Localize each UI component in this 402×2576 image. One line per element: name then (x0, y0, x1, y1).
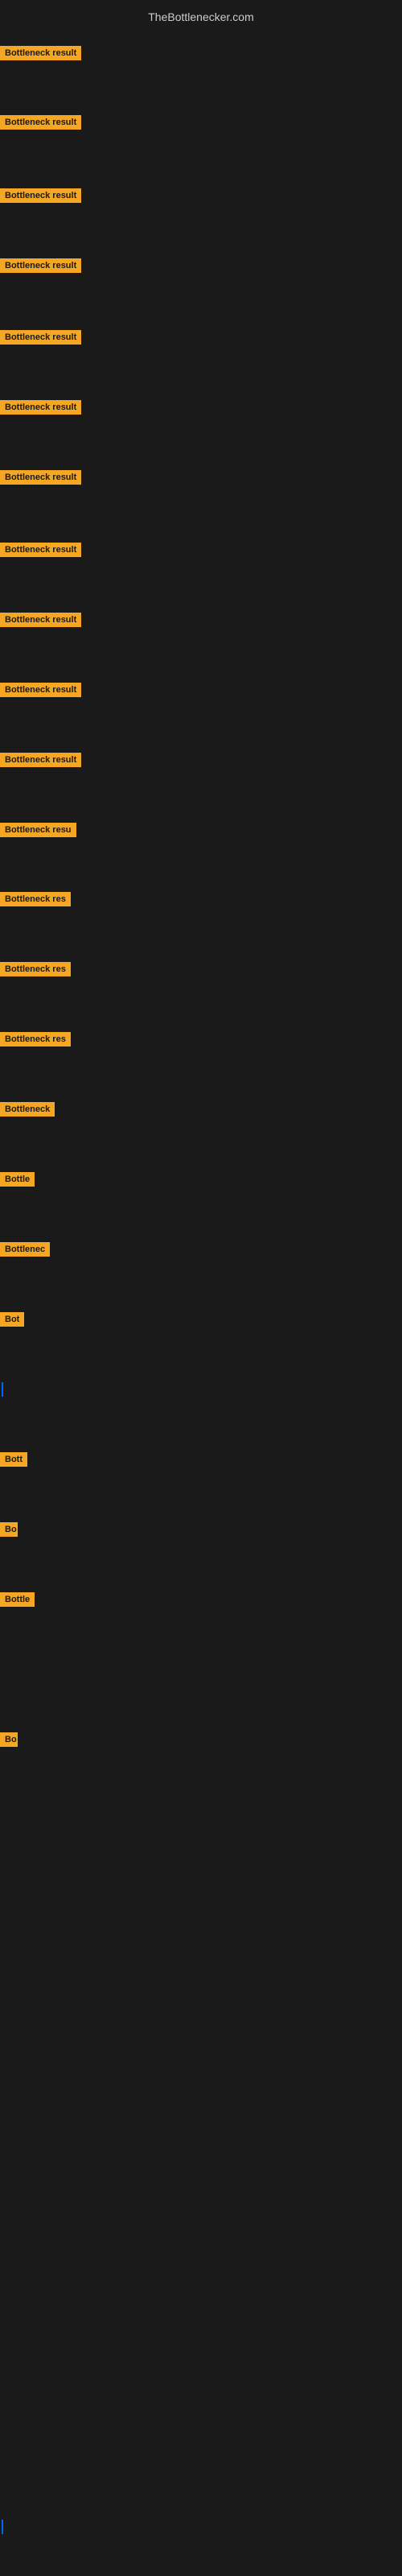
bottleneck-result-item[interactable]: Bottle (0, 1592, 35, 1611)
site-title: TheBottlenecker.com (0, 4, 402, 30)
bottleneck-badge: Bottleneck result (0, 543, 81, 557)
bottleneck-result-item[interactable]: Bottleneck result (0, 258, 81, 277)
bottleneck-result-item[interactable]: Bottleneck result (0, 753, 81, 771)
bottleneck-badge: Bottleneck resu (0, 823, 76, 837)
bottleneck-badge: Bottleneck result (0, 258, 81, 273)
bottleneck-result-item[interactable]: Bottle (0, 1172, 35, 1191)
bottleneck-result-item[interactable]: Bottleneck res (0, 962, 71, 980)
bottleneck-badge: Bottleneck result (0, 46, 81, 60)
bottleneck-result-item[interactable]: Bo (0, 1732, 18, 1751)
bottleneck-badge: Bottleneck result (0, 400, 81, 415)
bottleneck-result-item[interactable]: Bottleneck result (0, 683, 81, 701)
bottleneck-badge: Bottleneck result (0, 613, 81, 627)
bottleneck-result-item[interactable]: Bottleneck (0, 1102, 55, 1121)
bottleneck-result-item[interactable]: Bott (0, 1452, 27, 1471)
bottleneck-result-item[interactable]: Bottleneck result (0, 115, 81, 134)
bottleneck-result-item[interactable]: Bottleneck result (0, 400, 81, 419)
bottleneck-result-item[interactable]: Bottleneck res (0, 1032, 71, 1051)
bottleneck-result-item[interactable]: Bottleneck res (0, 892, 71, 910)
bottleneck-result-item[interactable]: Bot (0, 1312, 24, 1331)
bottleneck-badge: Bot (0, 1312, 24, 1327)
bottleneck-badge: Bottleneck result (0, 683, 81, 697)
bottleneck-badge: Bottleneck result (0, 188, 81, 203)
bottleneck-badge: Bottleneck result (0, 470, 81, 485)
bottleneck-badge: Bottlenec (0, 1242, 50, 1257)
bottleneck-badge: Bott (0, 1452, 27, 1467)
cursor-line (2, 2520, 3, 2534)
bottleneck-badge: Bottle (0, 1172, 35, 1187)
bottleneck-badge: Bottleneck result (0, 115, 81, 130)
bottleneck-badge: Bottleneck result (0, 753, 81, 767)
cursor-line (2, 1382, 3, 1397)
bottleneck-badge: Bottleneck res (0, 892, 71, 906)
bottleneck-result-item[interactable]: Bottleneck result (0, 543, 81, 561)
bottleneck-badge: Bo (0, 1522, 18, 1537)
bottleneck-badge: Bottleneck (0, 1102, 55, 1117)
bottleneck-badge: Bo (0, 1732, 18, 1747)
bottleneck-result-item[interactable]: Bottleneck result (0, 470, 81, 489)
bottleneck-badge: Bottleneck result (0, 330, 81, 345)
bottleneck-badge: Bottle (0, 1592, 35, 1607)
bottleneck-badge: Bottleneck res (0, 1032, 71, 1046)
bottleneck-result-item[interactable]: Bottleneck resu (0, 823, 76, 841)
bottleneck-badge: Bottleneck res (0, 962, 71, 976)
bottleneck-result-item[interactable]: Bottleneck result (0, 46, 81, 64)
bottleneck-result-item[interactable]: Bottleneck result (0, 613, 81, 631)
bottleneck-result-item[interactable]: Bottleneck result (0, 188, 81, 207)
bottleneck-result-item[interactable]: Bo (0, 1522, 18, 1541)
bottleneck-result-item[interactable]: Bottleneck result (0, 330, 81, 349)
bottleneck-result-item[interactable]: Bottlenec (0, 1242, 50, 1261)
